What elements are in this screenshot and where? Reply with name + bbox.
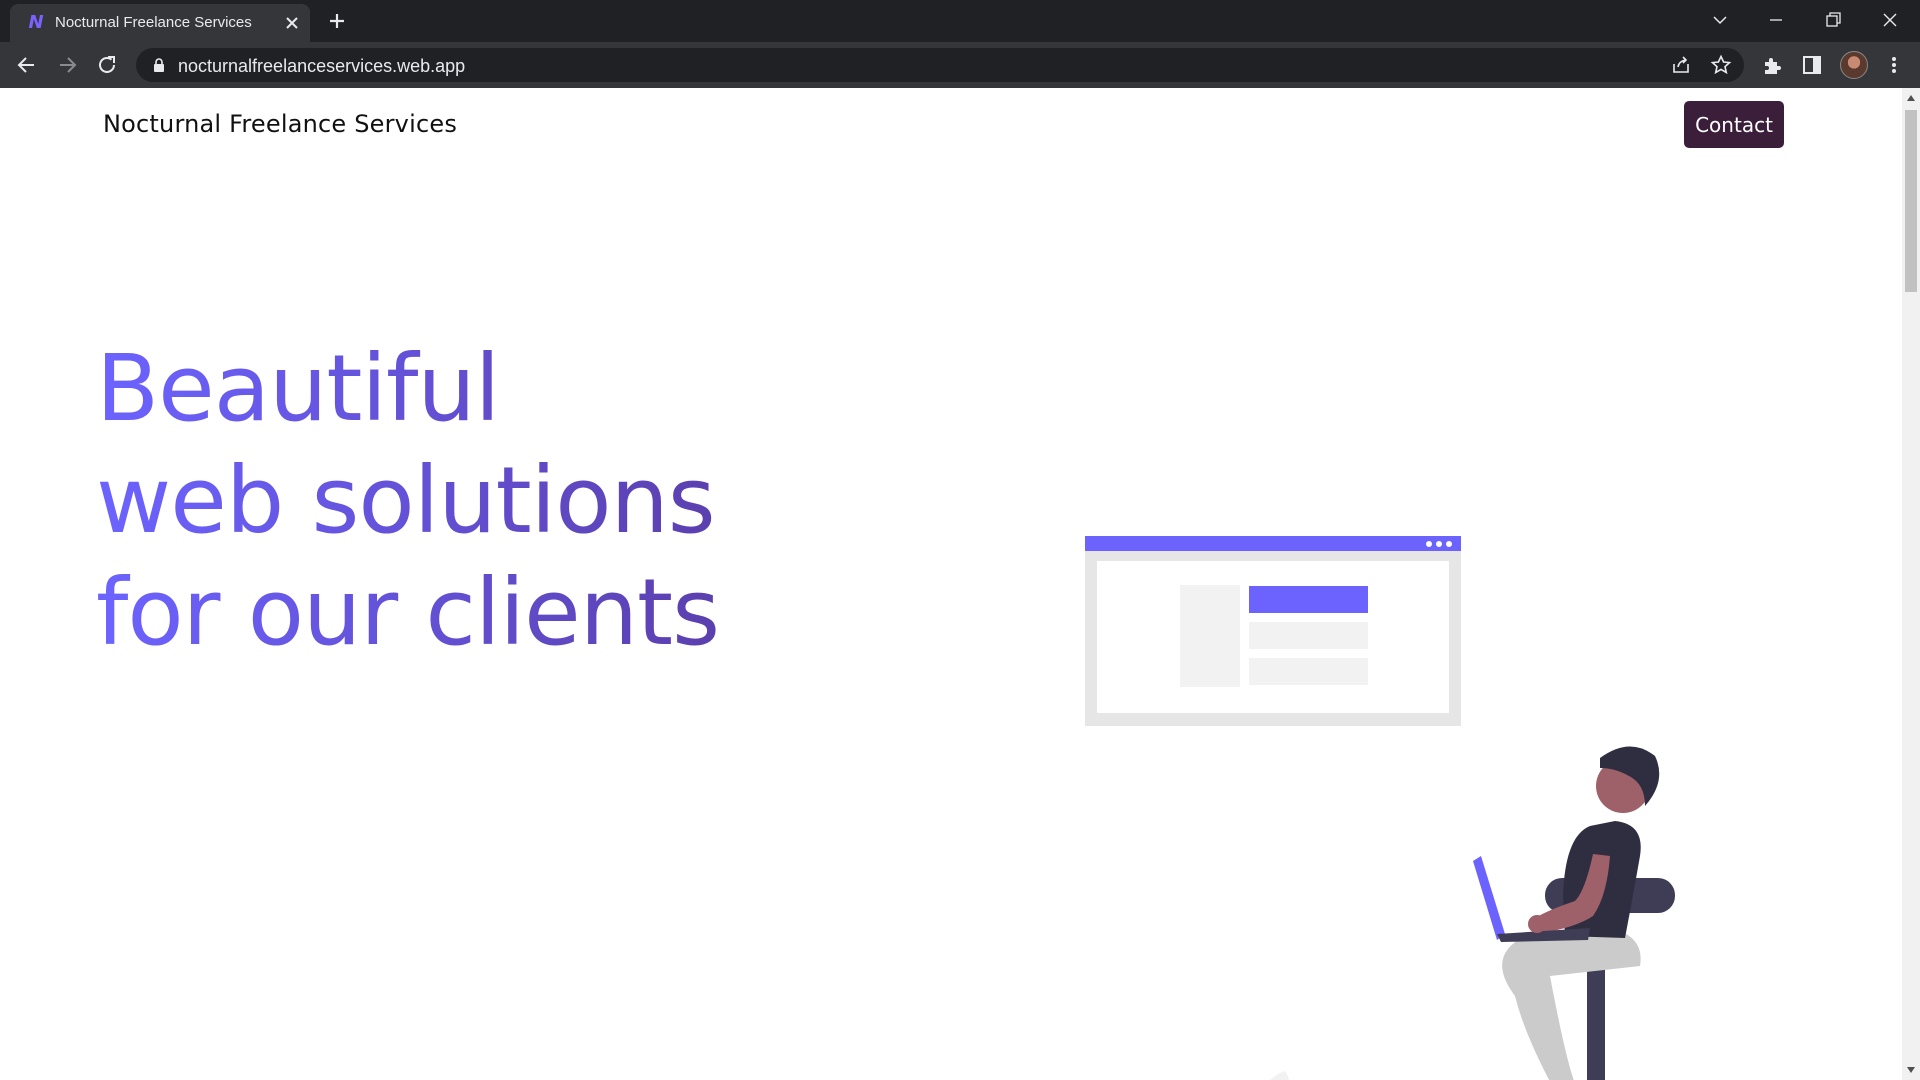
site-favicon-icon: N xyxy=(28,12,44,33)
chevron-down-icon[interactable] xyxy=(1706,6,1734,34)
browser-mockup-graphic xyxy=(1085,536,1461,726)
web-page: Nocturnal Freelance Services Contact Bea… xyxy=(0,88,1902,1080)
side-panel-icon[interactable] xyxy=(1800,53,1824,77)
hero-line-3: for our clients xyxy=(96,557,720,669)
hero-line-1: Beautiful xyxy=(96,333,719,445)
minimize-icon[interactable] xyxy=(1762,6,1790,34)
address-bar[interactable]: nocturnalfreelanceservices.web.app xyxy=(136,48,1744,82)
share-icon[interactable] xyxy=(1670,54,1692,76)
avatar[interactable] xyxy=(1840,51,1868,79)
close-icon[interactable] xyxy=(280,11,304,35)
star-icon[interactable] xyxy=(1710,54,1732,76)
url-text[interactable]: nocturnalfreelanceservices.web.app xyxy=(178,56,465,77)
laptop-graphic xyxy=(1473,856,1505,940)
hero-heading: Beautiful web solutions for our clients xyxy=(96,333,720,669)
scroll-thumb[interactable] xyxy=(1905,110,1917,292)
back-arrow-icon[interactable] xyxy=(14,52,40,78)
more-vert-icon[interactable] xyxy=(1882,53,1906,77)
person-graphic xyxy=(1473,746,1660,1080)
browser-tab[interactable]: N Nocturnal Freelance Services xyxy=(10,4,310,42)
plus-icon[interactable] xyxy=(325,9,349,33)
browser-toolbar: nocturnalfreelanceservices.web.app xyxy=(0,42,1920,88)
scroll-down-arrow-icon[interactable] xyxy=(1906,1066,1916,1074)
extensions-icon[interactable] xyxy=(1760,53,1784,77)
tab-title: Nocturnal Freelance Services xyxy=(55,14,252,31)
hero-illustration xyxy=(1085,536,1675,1080)
contact-button[interactable]: Contact xyxy=(1684,101,1784,148)
window-close-icon[interactable] xyxy=(1876,6,1904,34)
reload-icon[interactable] xyxy=(94,52,120,78)
scroll-up-arrow-icon[interactable] xyxy=(1906,94,1916,102)
restore-icon[interactable] xyxy=(1819,6,1847,34)
tab-strip: N Nocturnal Freelance Services xyxy=(0,0,1920,42)
hero-line-2: web solutions xyxy=(96,445,719,557)
plant-graphic xyxy=(1270,1071,1289,1080)
lock-icon[interactable] xyxy=(152,57,166,73)
forward-arrow-icon[interactable] xyxy=(54,52,80,78)
site-brand[interactable]: Nocturnal Freelance Services xyxy=(103,110,457,138)
page-scrollbar[interactable] xyxy=(1902,88,1920,1080)
